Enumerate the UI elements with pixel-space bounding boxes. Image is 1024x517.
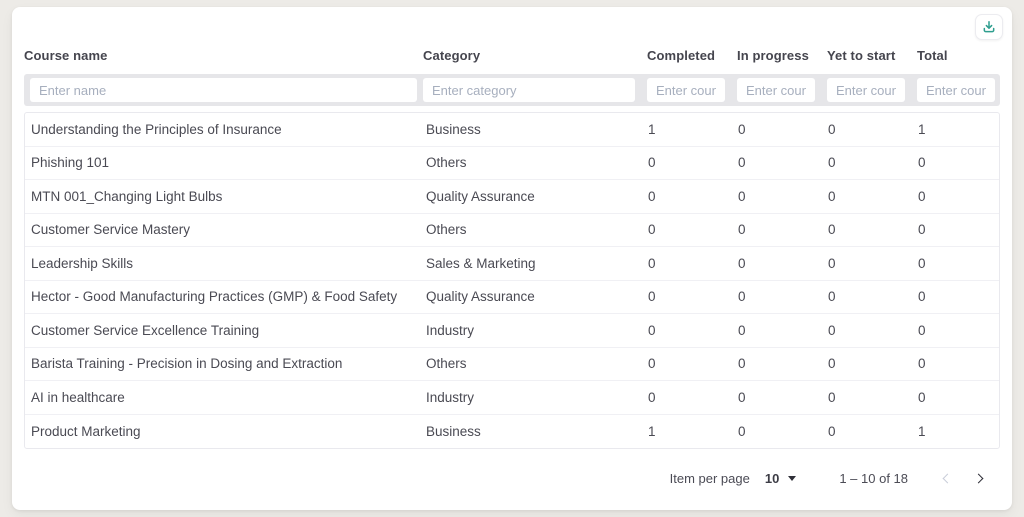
cell-name: Customer Service Excellence Training	[31, 322, 260, 338]
cell-name: Phishing 101	[31, 155, 110, 171]
column-header-total: Total	[917, 47, 948, 63]
column-header-course-name: Course name	[24, 47, 108, 63]
table-row[interactable]: Product Marketing Business 1 0 0 1	[25, 415, 999, 449]
cell-category: Others	[426, 155, 467, 171]
table-header-row: Course name Category Completed In progre…	[24, 45, 1000, 65]
cell-in-progress: 0	[738, 155, 746, 171]
cell-name: Hector - Good Manufacturing Practices (G…	[31, 289, 398, 305]
pagination-range-text: 1 – 10 of 18	[839, 470, 908, 486]
cell-in-progress: 0	[738, 222, 746, 238]
cell-total: 0	[918, 289, 926, 305]
table-row[interactable]: Phishing 101 Others 0 0 0 0	[25, 147, 999, 180]
cell-name: Leadership Skills	[31, 255, 134, 271]
cell-category: Business	[426, 423, 481, 439]
cell-total: 0	[918, 188, 926, 204]
filter-input-completed[interactable]	[647, 78, 725, 102]
cell-category: Others	[426, 356, 467, 372]
cell-in-progress: 0	[738, 423, 746, 439]
cell-completed: 1	[648, 423, 656, 439]
cell-total: 0	[918, 222, 926, 238]
cell-in-progress: 0	[738, 121, 746, 137]
filter-input-total[interactable]	[917, 78, 995, 102]
table-body: Understanding the Principles of Insuranc…	[24, 112, 1000, 449]
cell-category: Industry	[426, 322, 475, 338]
cell-completed: 0	[648, 255, 656, 271]
cell-in-progress: 0	[738, 255, 746, 271]
items-per-page-dropdown[interactable]: 10	[764, 470, 797, 486]
cell-in-progress: 0	[738, 188, 746, 204]
table-row[interactable]: Customer Service Mastery Others 0 0 0 0	[25, 214, 999, 247]
chevron-left-icon	[942, 473, 953, 483]
cell-completed: 0	[648, 222, 656, 238]
table-row[interactable]: Hector - Good Manufacturing Practices (G…	[25, 281, 999, 314]
table-row[interactable]: Leadership Skills Sales & Marketing 0 0 0 0	[25, 247, 999, 281]
items-per-page-label: Item per page	[669, 470, 750, 486]
cell-category: Others	[426, 222, 467, 238]
cell-in-progress: 0	[738, 389, 746, 405]
cell-name: Barista Training - Precision in Dosing a…	[31, 356, 343, 372]
cell-yet-to-start: 0	[828, 423, 836, 439]
cell-name: AI in healthcare	[31, 389, 125, 405]
previous-page-button[interactable]	[934, 466, 958, 490]
table-row[interactable]: AI in healthcare Industry 0 0 0 0	[25, 381, 999, 415]
cell-in-progress: 0	[738, 356, 746, 372]
cell-name: Understanding the Principles of Insuranc…	[31, 121, 282, 137]
cell-total: 0	[918, 155, 926, 171]
cell-total: 0	[918, 356, 926, 372]
cell-yet-to-start: 0	[828, 255, 836, 271]
column-header-in-progress: In progress	[737, 47, 809, 63]
cell-total: 0	[918, 255, 926, 271]
cell-category: Quality Assurance	[426, 188, 535, 204]
cell-total: 0	[918, 322, 926, 338]
table-filter-row	[24, 74, 1000, 106]
download-icon	[982, 20, 996, 34]
column-header-yet-to-start: Yet to start	[827, 47, 896, 63]
cell-completed: 0	[648, 389, 656, 405]
cell-category: Sales & Marketing	[426, 255, 536, 271]
cell-in-progress: 0	[738, 289, 746, 305]
cell-yet-to-start: 0	[828, 155, 836, 171]
cell-completed: 0	[648, 356, 656, 372]
cell-total: 0	[918, 389, 926, 405]
filter-input-course-name[interactable]	[30, 78, 417, 102]
cell-completed: 0	[648, 289, 656, 305]
cell-in-progress: 0	[738, 322, 746, 338]
cell-total: 1	[918, 121, 926, 137]
cell-total: 1	[918, 423, 926, 439]
cell-yet-to-start: 0	[828, 389, 836, 405]
filter-input-yet-to-start[interactable]	[827, 78, 905, 102]
filter-input-in-progress[interactable]	[737, 78, 815, 102]
pagination-bar: Item per page 10 1 – 10 of 18	[24, 466, 1000, 490]
next-page-button[interactable]	[968, 466, 992, 490]
cell-yet-to-start: 0	[828, 322, 836, 338]
cell-completed: 0	[648, 188, 656, 204]
cell-name: MTN 001_Changing Light Bulbs	[31, 188, 223, 204]
cell-completed: 0	[648, 322, 656, 338]
column-header-completed: Completed	[647, 47, 716, 63]
cell-yet-to-start: 0	[828, 289, 836, 305]
cell-completed: 1	[648, 121, 656, 137]
table-row[interactable]: Barista Training - Precision in Dosing a…	[25, 348, 999, 381]
chevron-right-icon	[973, 473, 984, 483]
cell-yet-to-start: 0	[828, 188, 836, 204]
table-row[interactable]: MTN 001_Changing Light Bulbs Quality Assu…	[25, 180, 999, 214]
download-button[interactable]	[975, 14, 1003, 40]
cell-category: Quality Assurance	[426, 289, 535, 305]
chevron-down-icon	[788, 475, 797, 481]
table-row[interactable]: Understanding the Principles of Insuranc…	[25, 113, 999, 147]
column-header-category: Category	[423, 47, 481, 63]
cell-yet-to-start: 0	[828, 121, 836, 137]
cell-name: Product Marketing	[31, 423, 141, 439]
cell-category: Industry	[426, 389, 475, 405]
cell-yet-to-start: 0	[828, 356, 836, 372]
report-card: Course name Category Completed In progre…	[12, 7, 1012, 510]
cell-completed: 0	[648, 155, 656, 171]
cell-category: Business	[426, 121, 481, 137]
cell-yet-to-start: 0	[828, 222, 836, 238]
table-row[interactable]: Customer Service Excellence Training Indu…	[25, 314, 999, 348]
filter-input-category[interactable]	[423, 78, 635, 102]
cell-name: Customer Service Mastery	[31, 222, 191, 238]
items-per-page-value: 10	[764, 470, 780, 486]
